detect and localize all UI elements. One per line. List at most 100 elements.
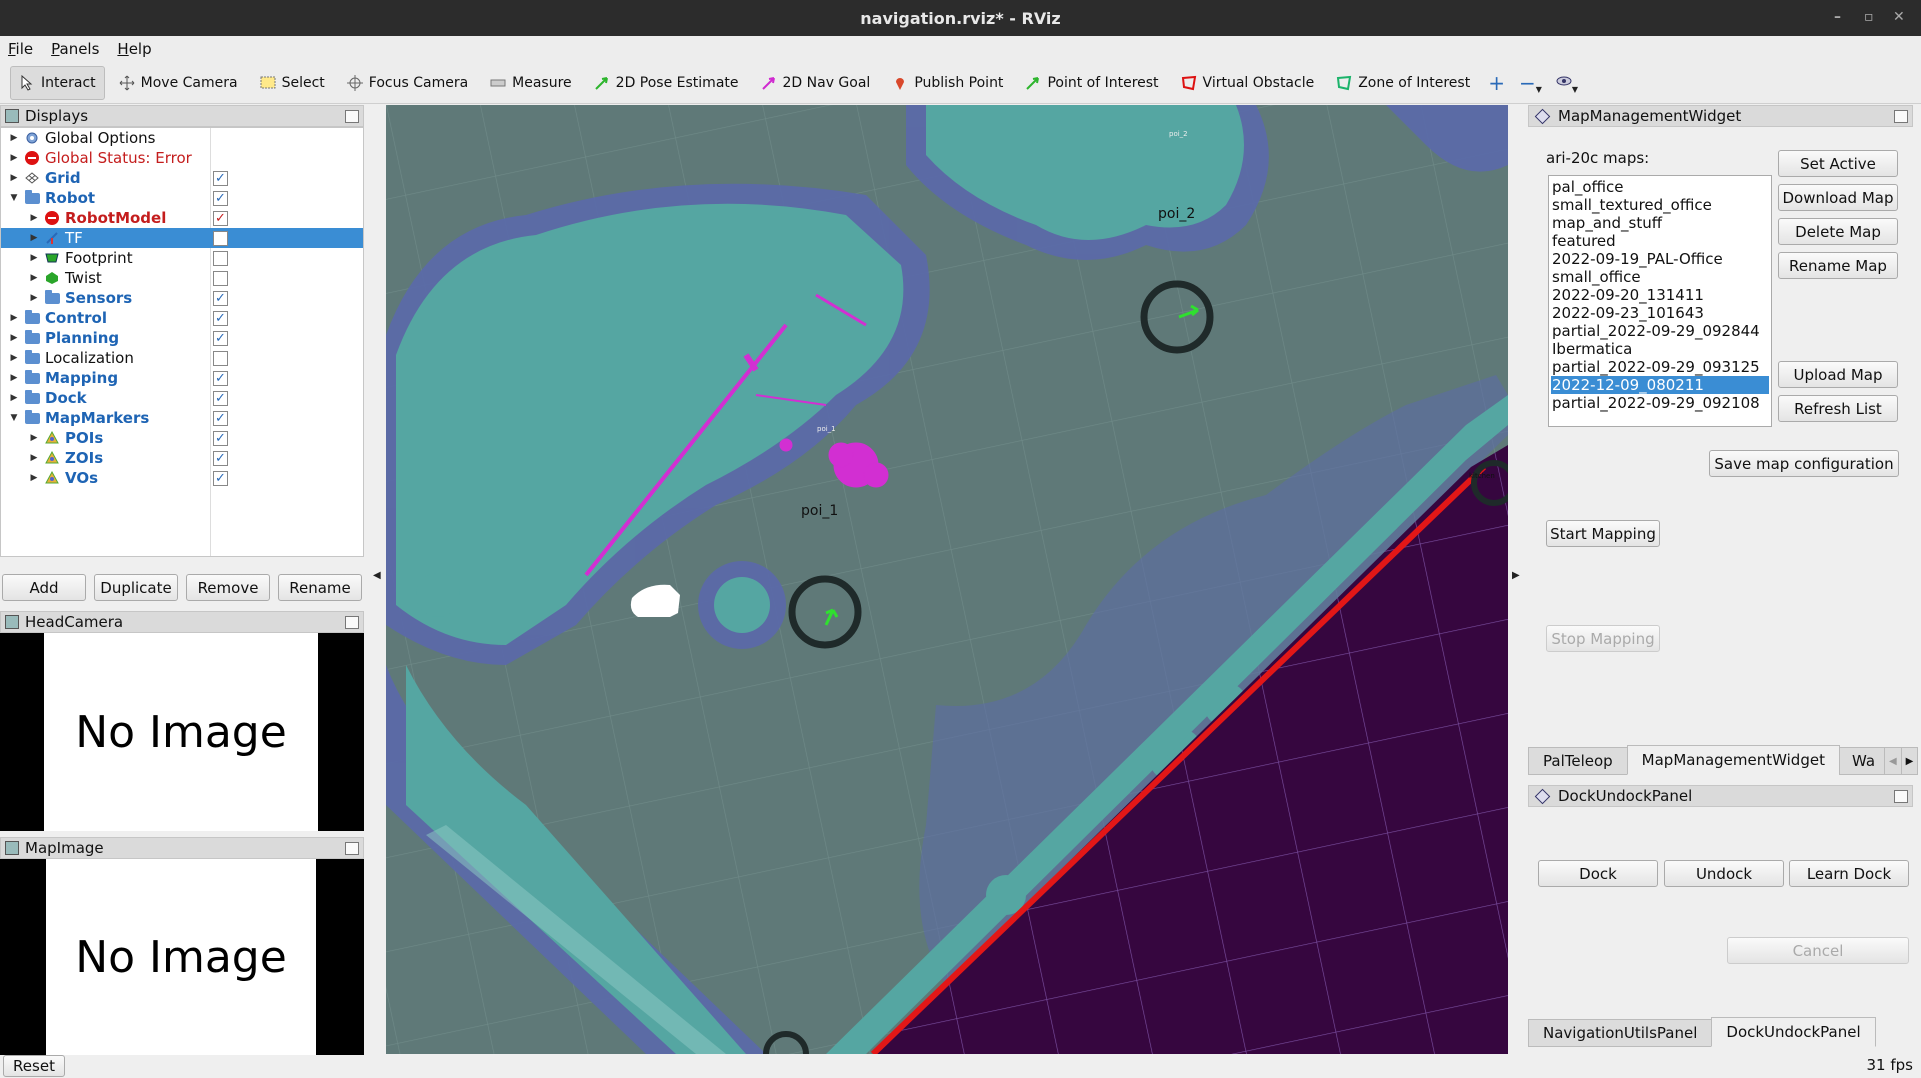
- display-enabled-checkbox[interactable]: [213, 270, 228, 286]
- tool-measure[interactable]: Measure: [482, 66, 580, 100]
- display-item-robotmodel[interactable]: ▶ RobotModel ✓: [1, 208, 363, 228]
- display-item-sensors[interactable]: ▶ Sensors ✓: [1, 288, 363, 308]
- map-list-item[interactable]: small_office: [1551, 268, 1769, 286]
- collapsed-arrow-icon[interactable]: ▶: [29, 273, 39, 283]
- display-item-planning[interactable]: ▶ Planning ✓: [1, 328, 363, 348]
- maps-list[interactable]: pal_office small_textured_office map_and_s…: [1548, 175, 1772, 427]
- display-enabled-checkbox[interactable]: ✓: [213, 210, 228, 226]
- tool-focus-camera[interactable]: Focus Camera: [339, 66, 476, 100]
- collapsed-arrow-icon[interactable]: ▶: [9, 393, 19, 403]
- refresh-list-button[interactable]: Refresh List: [1778, 395, 1898, 422]
- delete-map-button[interactable]: Delete Map: [1778, 218, 1898, 245]
- map-list-item[interactable]: small_textured_office: [1551, 196, 1769, 214]
- map-list-item[interactable]: partial_2022-09-29_092844: [1551, 322, 1769, 340]
- close-icon[interactable]: ✕: [1893, 9, 1905, 25]
- menu-file[interactable]: File: [8, 40, 33, 58]
- display-item-global-options[interactable]: ▶ Global Options: [1, 128, 363, 148]
- tool-zone-of-interest[interactable]: Zone of Interest: [1328, 66, 1478, 100]
- tab-dock-undock[interactable]: DockUndockPanel: [1711, 1017, 1876, 1047]
- menu-help[interactable]: Help: [117, 40, 151, 58]
- collapse-left-icon[interactable]: ◀: [373, 570, 381, 581]
- upload-map-button[interactable]: Upload Map: [1778, 361, 1898, 388]
- display-item-footprint[interactable]: ▶ Footprint: [1, 248, 363, 268]
- display-item-localization[interactable]: ▶ Localization: [1, 348, 363, 368]
- collapsed-arrow-icon[interactable]: ▶: [29, 473, 39, 483]
- learn-dock-button[interactable]: Learn Dock: [1789, 860, 1909, 887]
- collapsed-arrow-icon[interactable]: ▶: [9, 133, 19, 143]
- float-panel-button[interactable]: [345, 110, 359, 123]
- undock-button[interactable]: Undock: [1664, 860, 1784, 887]
- collapsed-arrow-icon[interactable]: ▶: [29, 293, 39, 303]
- display-enabled-checkbox[interactable]: ✓: [213, 370, 228, 386]
- collapsed-arrow-icon[interactable]: ▶: [9, 153, 19, 163]
- displays-tree[interactable]: ▶ Global Options ▶ Global Status: Error ▶ Gri…: [0, 127, 364, 557]
- tool-move-camera[interactable]: Move Camera: [111, 66, 246, 100]
- map-list-item[interactable]: map_and_stuff: [1551, 214, 1769, 232]
- collapsed-arrow-icon[interactable]: ▶: [9, 353, 19, 363]
- download-map-button[interactable]: Download Map: [1778, 184, 1898, 211]
- add-button[interactable]: Add: [2, 574, 86, 601]
- display-enabled-checkbox[interactable]: ✓: [213, 410, 228, 426]
- tab-navigation-utils[interactable]: NavigationUtilsPanel: [1528, 1019, 1713, 1047]
- rename-button[interactable]: Rename: [278, 574, 362, 601]
- remove-button[interactable]: Remove: [186, 574, 270, 601]
- cancel-button[interactable]: Cancel: [1727, 937, 1909, 964]
- tab-scroll-left-icon[interactable]: ◀: [1883, 747, 1902, 775]
- collapsed-arrow-icon[interactable]: ▶: [29, 233, 39, 243]
- display-item-grid[interactable]: ▶ Grid ✓: [1, 168, 363, 188]
- rename-map-button[interactable]: Rename Map: [1778, 252, 1898, 279]
- render-view-3d[interactable]: poi_1 poi_2 poi_1 poi_2 kitchen: [386, 105, 1508, 1054]
- collapsed-arrow-icon[interactable]: ▶: [9, 333, 19, 343]
- display-item-control[interactable]: ▶ Control ✓: [1, 308, 363, 328]
- display-item-mapping[interactable]: ▶ Mapping ✓: [1, 368, 363, 388]
- display-enabled-checkbox[interactable]: ✓: [213, 170, 228, 186]
- display-enabled-checkbox[interactable]: ✓: [213, 290, 228, 306]
- dock-button[interactable]: Dock: [1538, 860, 1658, 887]
- display-item-dock[interactable]: ▶ Dock ✓: [1, 388, 363, 408]
- map-list-item[interactable]: partial_2022-09-29_092108: [1551, 394, 1769, 412]
- start-mapping-button[interactable]: Start Mapping: [1546, 520, 1660, 547]
- display-enabled-checkbox[interactable]: ✓: [213, 430, 228, 446]
- display-item-zois[interactable]: ▶ ZOIs ✓: [1, 448, 363, 468]
- display-item-global-status-error[interactable]: ▶ Global Status: Error: [1, 148, 363, 168]
- tool-2d-nav-goal[interactable]: 2D Nav Goal: [753, 66, 879, 100]
- expanded-arrow-icon[interactable]: ▼: [9, 193, 19, 203]
- expanded-arrow-icon[interactable]: ▼: [9, 413, 19, 423]
- display-enabled-checkbox[interactable]: [213, 250, 228, 266]
- tool-virtual-obstacle[interactable]: Virtual Obstacle: [1173, 66, 1323, 100]
- collapsed-arrow-icon[interactable]: ▶: [9, 313, 19, 323]
- collapsed-arrow-icon[interactable]: ▶: [29, 213, 39, 223]
- reset-button[interactable]: Reset: [3, 1055, 65, 1077]
- set-active-button[interactable]: Set Active: [1778, 150, 1898, 177]
- float-panel-button[interactable]: [345, 842, 359, 855]
- tab-scroll-right-icon[interactable]: ▶: [1900, 747, 1919, 775]
- tool-publish-point[interactable]: Publish Point: [884, 66, 1011, 100]
- tool-point-of-interest[interactable]: Point of Interest: [1017, 66, 1166, 100]
- tab-wa[interactable]: Wa: [1838, 747, 1885, 775]
- display-item-twist[interactable]: ▶ Twist: [1, 268, 363, 288]
- duplicate-button[interactable]: Duplicate: [94, 574, 178, 601]
- collapse-right-icon[interactable]: ▶: [1512, 570, 1520, 581]
- float-panel-button[interactable]: [1894, 110, 1908, 123]
- display-enabled-checkbox[interactable]: ✓: [213, 330, 228, 346]
- display-item-pois[interactable]: ▶ POIs ✓: [1, 428, 363, 448]
- display-item-vos[interactable]: ▶ VOs ✓: [1, 468, 363, 488]
- tab-map-management[interactable]: MapManagementWidget: [1626, 745, 1840, 775]
- display-enabled-checkbox[interactable]: ✓: [213, 190, 228, 206]
- menu-panels[interactable]: Panels: [51, 40, 99, 58]
- display-item-robot[interactable]: ▼ Robot ✓: [1, 188, 363, 208]
- save-map-configuration-button[interactable]: Save map configuration: [1709, 450, 1899, 477]
- display-enabled-checkbox[interactable]: [213, 230, 228, 246]
- maximize-icon[interactable]: ▫: [1864, 9, 1874, 25]
- add-tool-button[interactable]: +: [1484, 66, 1509, 100]
- stop-mapping-button[interactable]: Stop Mapping: [1546, 625, 1660, 652]
- display-enabled-checkbox[interactable]: ✓: [213, 470, 228, 486]
- collapsed-arrow-icon[interactable]: ▶: [9, 373, 19, 383]
- collapsed-arrow-icon[interactable]: ▶: [9, 173, 19, 183]
- tab-palteleop[interactable]: PalTeleop: [1528, 747, 1628, 775]
- tool-select[interactable]: Select: [252, 66, 333, 100]
- map-list-item[interactable]: 2022-12-09_080211: [1551, 376, 1769, 394]
- float-panel-button[interactable]: [1894, 790, 1908, 803]
- map-list-item[interactable]: Ibermatica: [1551, 340, 1769, 358]
- display-enabled-checkbox[interactable]: ✓: [213, 310, 228, 326]
